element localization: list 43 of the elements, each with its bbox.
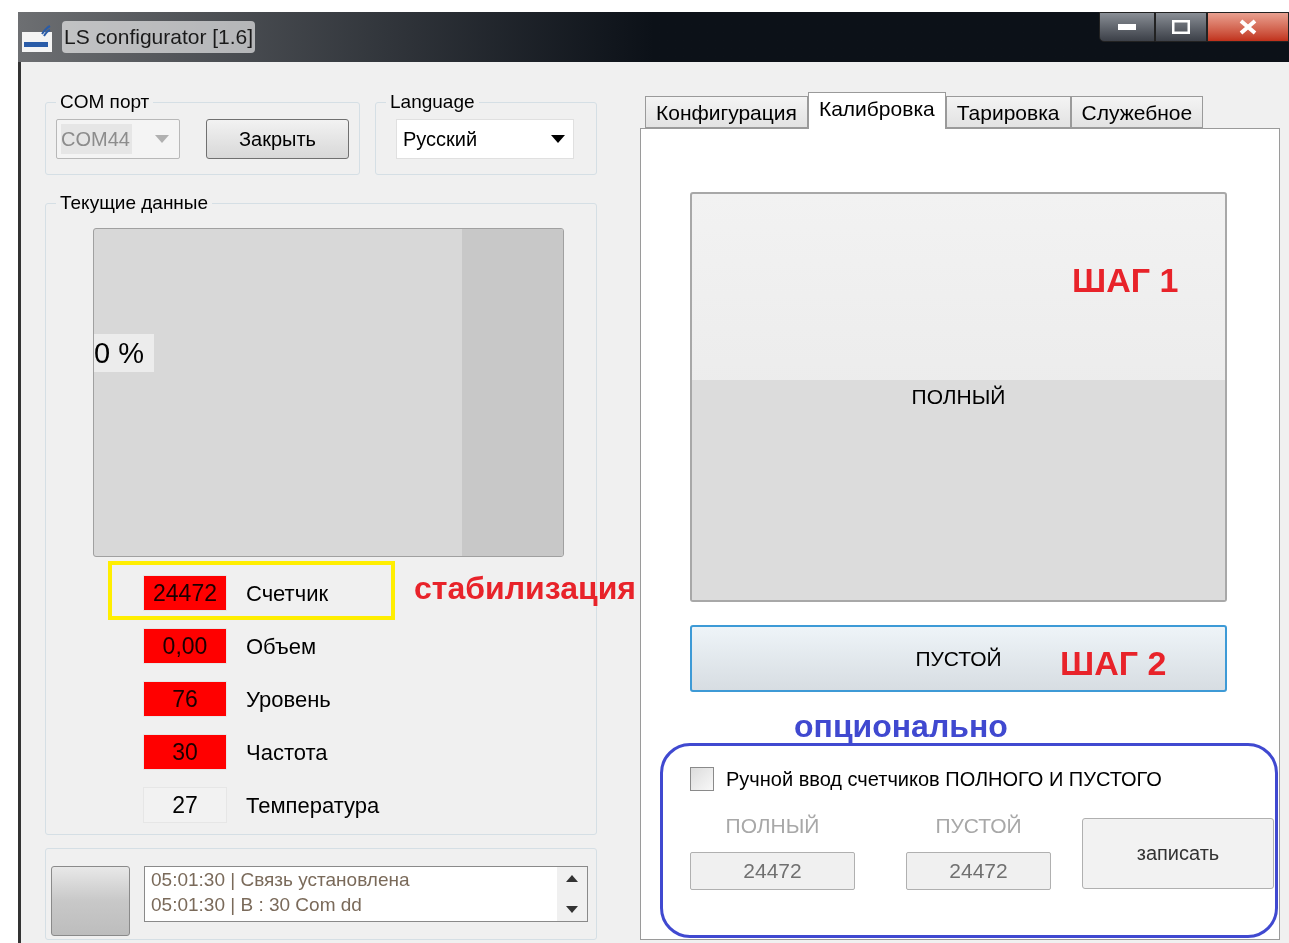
- close-button[interactable]: [1207, 12, 1289, 42]
- manual-entry-checkbox[interactable]: [690, 767, 714, 791]
- write-button[interactable]: записать: [1082, 817, 1274, 889]
- reading-label: Объем: [246, 632, 317, 661]
- full-counter-label: ПОЛНЫЙ: [725, 813, 820, 839]
- reading-label: Счетчик: [246, 579, 329, 608]
- full-counter-field[interactable]: 24472: [690, 851, 855, 890]
- step-annotation: ШАГ 1: [1072, 260, 1179, 300]
- reading-value: 24472: [143, 575, 227, 611]
- tab[interactable]: Тарировка: [945, 96, 1071, 128]
- reading-value: 76: [143, 681, 227, 717]
- dropdown-caret-icon: [551, 134, 565, 143]
- stabilization-annotation: стабилизация: [414, 569, 636, 608]
- reading-value: 30: [143, 734, 227, 770]
- reading-value: 27: [143, 787, 227, 823]
- app-logo-icon: [22, 22, 52, 52]
- reading-value: 0,00: [143, 628, 227, 664]
- manual-entry-label: Ручной ввод счетчиков ПОЛНОГО И ПУСТОГО: [726, 767, 1162, 792]
- reading-label: Частота: [246, 738, 328, 767]
- language-dropdown[interactable]: Русский: [396, 118, 574, 159]
- optional-annotation: опционально: [794, 707, 1008, 746]
- step-annotation: ШАГ 2: [1060, 643, 1167, 683]
- empty-counter-field[interactable]: 24472: [906, 851, 1051, 890]
- dropdown-caret-icon: [155, 134, 169, 143]
- scroll-up-icon: [566, 875, 578, 882]
- log-entry: 05:01:30 | Связь установлена: [151, 868, 411, 892]
- minimize-icon: [1118, 24, 1136, 30]
- reading-label: Температура: [246, 791, 380, 820]
- tab[interactable]: Конфигурация: [645, 96, 808, 128]
- log-entry: 05:01:30 | B : 30 Com dd: [151, 893, 363, 917]
- tab[interactable]: Калибровка: [807, 92, 946, 129]
- empty-counter-label: ПУСТОЙ: [935, 813, 1022, 839]
- reading-label: Уровень: [246, 685, 331, 714]
- status-indicator-button[interactable]: [51, 866, 130, 936]
- log-scrollbar[interactable]: [557, 867, 587, 921]
- minimize-button[interactable]: [1099, 12, 1155, 42]
- tab[interactable]: Служебное: [1070, 96, 1204, 128]
- maximize-button[interactable]: [1155, 12, 1207, 42]
- gauge-percent: 0 %: [94, 334, 154, 372]
- window-title: LS configurator [1.6]: [62, 21, 256, 53]
- maximize-icon: [1172, 20, 1190, 34]
- scroll-down-icon: [566, 906, 578, 913]
- close-icon: [1239, 19, 1257, 35]
